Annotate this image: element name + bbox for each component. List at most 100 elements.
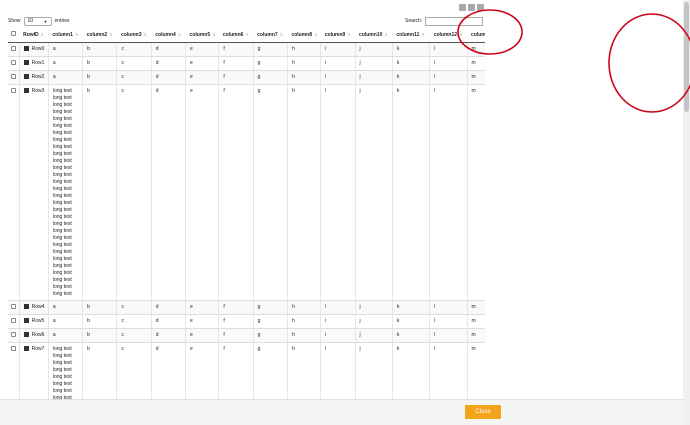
column-header[interactable]: column10 ⇅ xyxy=(355,28,393,43)
row-checkbox[interactable] xyxy=(8,314,20,329)
table-cell: e xyxy=(185,314,220,329)
table-cell: g xyxy=(253,84,288,301)
table-cell: f xyxy=(218,56,254,71)
table-cell: c xyxy=(116,42,152,57)
row-checkbox[interactable] xyxy=(8,56,20,71)
table-cell: j xyxy=(355,56,393,71)
table-cell: d xyxy=(151,56,187,71)
long-text-line: long text xyxy=(52,255,72,262)
table-cell: i xyxy=(320,42,356,57)
length-prefix: Show xyxy=(8,18,21,24)
table-cell: h xyxy=(287,314,322,329)
long-text-line: long text xyxy=(52,171,72,178)
table-cell: j xyxy=(355,342,393,400)
table-row[interactable]: Row7 long text long text long text long text… xyxy=(8,342,485,400)
table-cell: d xyxy=(151,328,187,343)
table-cell: j xyxy=(355,300,393,315)
table-cell: b xyxy=(82,314,118,329)
table-cell: g xyxy=(253,328,288,343)
table-cell: g xyxy=(253,70,288,85)
table-cell: long text long text long text long text long… xyxy=(48,84,84,301)
row-square-icon xyxy=(23,73,29,79)
sort-icon: ⇅ xyxy=(314,31,318,37)
column-header-label: column2 xyxy=(86,31,108,38)
column-header[interactable]: column5 ⇅ xyxy=(185,28,219,43)
long-text-line: long text xyxy=(52,366,72,373)
column-header-label: column8 xyxy=(291,31,312,38)
table-row[interactable]: Row6 a b c d e f g h i j k l m xyxy=(8,328,485,343)
sort-icon: ⇅ xyxy=(245,31,249,37)
table-cell: m xyxy=(467,314,485,329)
column-header[interactable]: column9 ⇅ xyxy=(320,28,356,43)
table-cell: c xyxy=(116,56,152,71)
column-header[interactable]: column11 ⇅ xyxy=(392,28,430,43)
column-header-label: RowID xyxy=(23,31,39,38)
table-row[interactable]: Row3 long text long text long text long text… xyxy=(8,84,485,301)
select-all-checkbox[interactable] xyxy=(8,28,20,43)
table-row[interactable]: Row0 a b c d e f g h i j k l m xyxy=(8,42,485,57)
column-header[interactable]: column1 ⇅ xyxy=(48,28,83,43)
long-text-line: long text xyxy=(52,94,72,101)
table-cell: c xyxy=(116,314,152,329)
sort-icon: ⇅ xyxy=(347,31,351,37)
sort-icon: ⇅ xyxy=(74,31,79,37)
column-header-label: column7 xyxy=(257,31,278,38)
table-cell: m xyxy=(467,300,485,315)
table-cell: d xyxy=(151,314,187,329)
column-header[interactable]: column3 ⇅ xyxy=(116,28,152,43)
table-cell: i xyxy=(320,342,356,400)
column-header[interactable]: column8 ⇅ xyxy=(287,28,321,43)
data-table: RowID ⇅ column1 ⇅ column2 ⇅ column3 ⇅ column4 ⇅ co… xyxy=(8,28,485,400)
column-header[interactable]: column6 ⇅ xyxy=(218,28,254,43)
row-id-label: Row4 xyxy=(31,303,45,310)
table-cell: c xyxy=(116,70,152,85)
annotation-ellipse-large xyxy=(608,13,690,113)
table-cell: f xyxy=(218,70,254,85)
table-cell: f xyxy=(218,42,254,57)
long-text-line: long text xyxy=(52,290,72,297)
table-row[interactable]: Row4 a b c d e f g h i j k l m xyxy=(8,300,485,315)
row-checkbox[interactable] xyxy=(8,84,20,301)
row-id-label: Row6 xyxy=(31,331,45,338)
table-cell: h xyxy=(287,56,322,71)
long-text-line: long text xyxy=(52,213,72,220)
table-cell: a xyxy=(48,314,84,329)
column-header[interactable]: column4 ⇅ xyxy=(151,28,186,43)
row-checkbox[interactable] xyxy=(8,328,20,343)
row-checkbox[interactable] xyxy=(8,300,20,315)
sort-icon: ⇅ xyxy=(279,31,284,37)
sort-icon: ⇅ xyxy=(421,31,425,37)
length-select[interactable]: 10 ▼ xyxy=(23,16,52,26)
table-row[interactable]: Row1 a b c d e f g h i j k l m xyxy=(8,56,485,71)
column-header[interactable]: RowID ⇅ xyxy=(19,28,49,43)
table-cell: a xyxy=(48,42,84,57)
table-row[interactable]: Row2 a b c d e f g h i j k l m xyxy=(8,70,485,85)
sort-icon: ⇅ xyxy=(212,31,216,37)
row-checkbox[interactable] xyxy=(8,42,20,57)
row-id-label: Row0 xyxy=(31,45,45,52)
row-id-cell: Row5 xyxy=(19,314,49,329)
table-cell: b xyxy=(82,342,118,400)
row-checkbox[interactable] xyxy=(8,342,20,400)
dialog-footer xyxy=(0,399,683,425)
sort-icon: ⇅ xyxy=(40,31,45,37)
table-cell: d xyxy=(151,342,187,400)
table-cell: i xyxy=(320,84,356,301)
data-table-scroll[interactable]: RowID ⇅ column1 ⇅ column2 ⇅ column3 ⇅ column4 ⇅ co… xyxy=(8,28,485,400)
column-header[interactable]: column2 ⇅ xyxy=(82,28,117,43)
column-header-label: column9 xyxy=(324,31,346,38)
table-cell: f xyxy=(218,300,254,315)
table-cell: l xyxy=(429,342,468,400)
table-row[interactable]: Row5 a b c d e f g h i j k l m xyxy=(8,314,485,329)
table-cell: i xyxy=(320,70,356,85)
column-header-label: column11 xyxy=(396,31,420,38)
row-checkbox[interactable] xyxy=(8,70,20,85)
annotation-ellipse-small xyxy=(457,9,523,55)
table-cell: e xyxy=(185,70,220,85)
table-cell: e xyxy=(185,56,220,71)
long-text-line: long text xyxy=(52,87,72,94)
column-header-label: column3 xyxy=(120,31,142,38)
close-button[interactable]: Close xyxy=(465,405,501,419)
sort-icon: ⇅ xyxy=(177,31,182,37)
column-header[interactable]: column7 ⇅ xyxy=(253,28,288,43)
